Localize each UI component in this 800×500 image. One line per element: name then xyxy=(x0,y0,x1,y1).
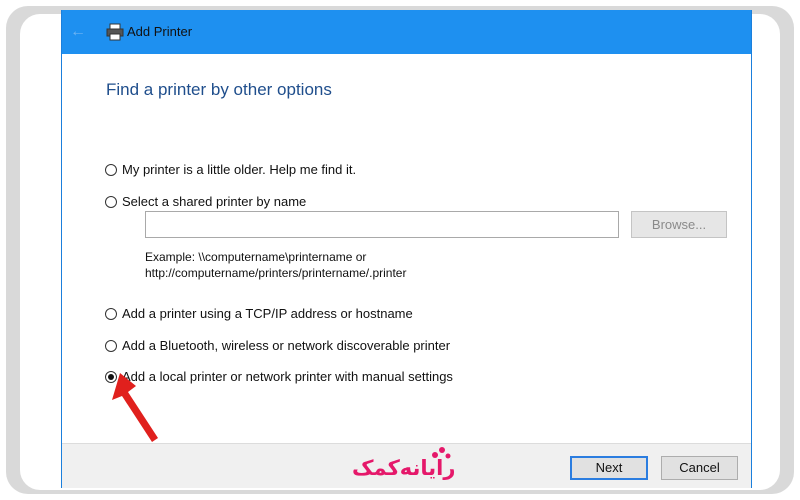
next-button[interactable]: Next xyxy=(570,456,648,480)
printer-icon xyxy=(106,23,124,41)
option-tcpip-printer[interactable]: Add a printer using a TCP/IP address or … xyxy=(105,306,413,321)
watermark-dots-icon xyxy=(432,447,451,459)
option-label: My printer is a little older. Help me fi… xyxy=(122,162,357,177)
example-line-1: Example: \\computername\printername or xyxy=(145,250,367,264)
radio-button[interactable] xyxy=(105,163,117,176)
title-bar: ← Add Printer xyxy=(62,10,751,54)
option-bluetooth-printer[interactable]: Add a Bluetooth, wireless or network dis… xyxy=(105,338,450,353)
option-label: Add a Bluetooth, wireless or network dis… xyxy=(122,338,451,353)
option-shared-printer[interactable]: Select a shared printer by name xyxy=(105,194,306,209)
option-label: Add a local printer or network printer w… xyxy=(122,369,453,384)
cancel-button[interactable]: Cancel xyxy=(661,456,738,480)
browse-button[interactable]: Browse... xyxy=(631,211,727,238)
red-arrow-icon xyxy=(112,373,158,442)
example-text: Example: \\computername\printername or h… xyxy=(145,249,406,281)
radio-button[interactable] xyxy=(105,195,117,208)
page-heading: Find a printer by other options xyxy=(106,80,332,99)
option-label: Select a shared printer by name xyxy=(122,194,307,209)
shared-printer-name-input[interactable] xyxy=(145,211,619,238)
example-line-2: http://computername/printers/printername… xyxy=(145,266,407,280)
window-title: Add Printer xyxy=(127,24,193,39)
radio-button[interactable] xyxy=(105,307,117,320)
option-older-printer[interactable]: My printer is a little older. Help me fi… xyxy=(105,162,356,177)
radio-button[interactable] xyxy=(105,339,117,352)
back-arrow-icon[interactable]: ← xyxy=(70,23,88,41)
option-label: Add a printer using a TCP/IP address or … xyxy=(122,306,413,321)
